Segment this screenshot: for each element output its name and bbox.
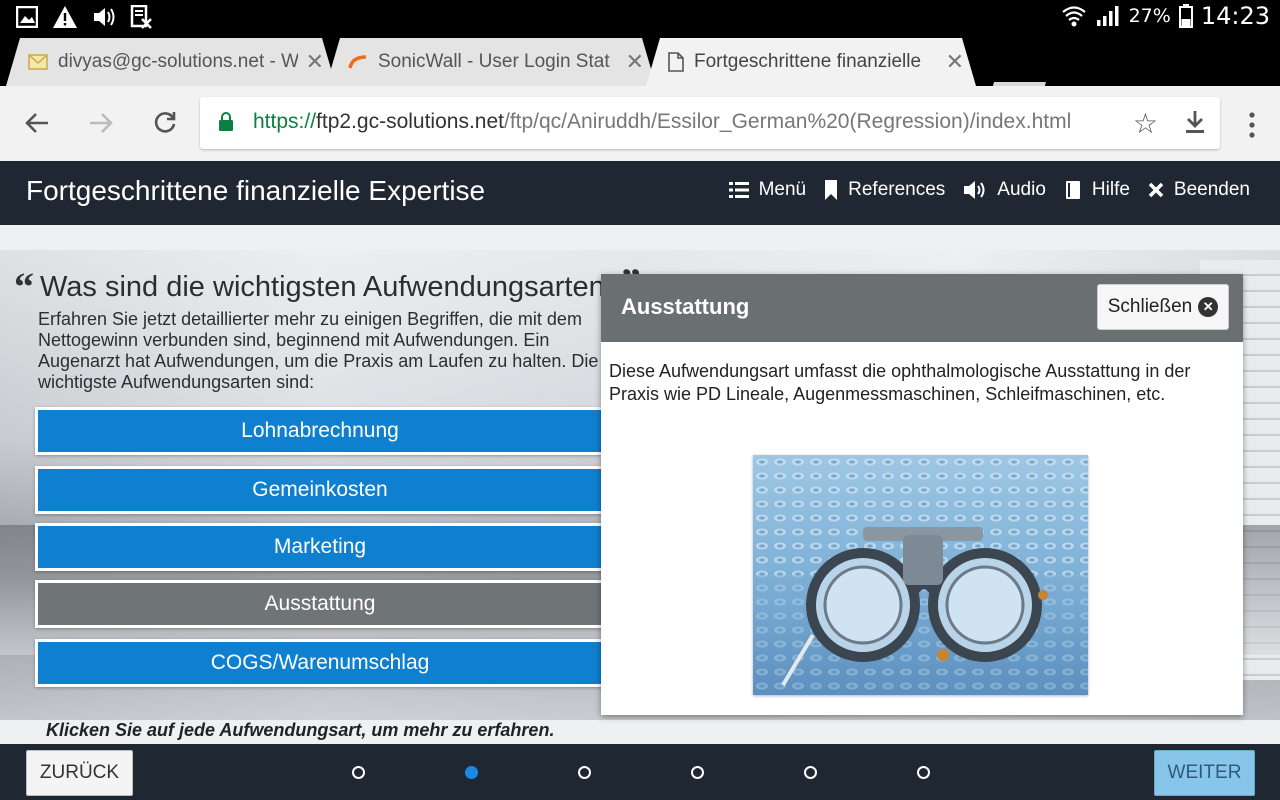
- menu-label: Menü: [758, 179, 807, 200]
- tab-sonicwall[interactable]: SonicWall - User Login Stat ✕: [326, 38, 656, 86]
- lock-icon: [219, 112, 233, 131]
- tab-title: SonicWall - User Login Stat: [378, 51, 610, 72]
- popup-close-button[interactable]: Schließen ✕: [1097, 284, 1229, 330]
- book-icon: [1065, 181, 1080, 199]
- popup-title: Ausstattung: [621, 294, 750, 319]
- page-dot-6[interactable]: [917, 766, 930, 779]
- popup-header: Ausstattung Schließen ✕: [601, 274, 1243, 342]
- audio-button[interactable]: Audio: [963, 179, 1046, 201]
- page-indicator: [350, 766, 930, 780]
- download-icon[interactable]: [1180, 107, 1210, 137]
- instruction-hint: Klicken Sie auf jede Aufwendungsart, um …: [46, 720, 555, 740]
- volume-icon: [94, 8, 115, 26]
- menu-button[interactable]: Menü: [728, 179, 807, 201]
- page-dot-5[interactable]: [804, 766, 817, 779]
- references-label: References: [848, 179, 946, 200]
- warning-icon: [53, 6, 77, 28]
- tab-title: divyas@gc-solutions.net - W: [58, 51, 298, 72]
- tab-title: Fortgeschrittene finanzielle: [694, 51, 922, 72]
- help-label: Hilfe: [1091, 179, 1130, 200]
- speaker-icon: [964, 181, 985, 199]
- close-icon: [1148, 182, 1164, 198]
- close-icon[interactable]: ✕: [306, 50, 324, 75]
- clock: 14:23: [1200, 2, 1270, 30]
- mail-icon: [28, 54, 48, 70]
- url-scheme: https://: [253, 110, 317, 133]
- bookmark-star-icon[interactable]: ☆: [1133, 107, 1158, 140]
- back-button[interactable]: ZURÜCK: [26, 750, 133, 796]
- question-text: Was sind die wichtigsten Aufwendungsarte…: [40, 271, 621, 303]
- course-footer: ZURÜCK WEITER: [0, 744, 1280, 800]
- audio-label: Audio: [997, 179, 1046, 200]
- next-button[interactable]: WEITER: [1154, 750, 1255, 796]
- question-heading: “Was sind die wichtigsten Aufwendungsart…: [14, 259, 641, 310]
- choice-equipment-button[interactable]: Ausstattung: [35, 580, 605, 628]
- gallery-notification-icon: [16, 6, 38, 28]
- open-quote-icon: “: [14, 264, 34, 309]
- bookmark-icon: [825, 180, 838, 200]
- choice-cogs-button[interactable]: COGS/Warenumschlag: [35, 639, 605, 687]
- choice-marketing-button[interactable]: Marketing: [35, 523, 605, 571]
- close-icon[interactable]: ✕: [946, 50, 964, 75]
- page-dot-3[interactable]: [578, 766, 591, 779]
- info-popup: Ausstattung Schließen ✕ Diese Aufwendung…: [601, 274, 1243, 715]
- list-icon: [728, 182, 749, 198]
- intro-text: Erfahren Sie jetzt detaillierter mehr zu…: [38, 309, 599, 392]
- sonicwall-icon: [348, 54, 368, 70]
- tab-strip: divyas@gc-solutions.net - W ✕ SonicWall …: [0, 34, 1280, 86]
- tab-course[interactable]: Fortgeschrittene finanzielle ✕: [646, 38, 976, 86]
- url-host: ftp2.gc-solutions.net: [316, 110, 504, 133]
- back-arrow-icon[interactable]: [20, 106, 54, 140]
- course-header: Fortgeschrittene finanzielle Expertise M…: [0, 161, 1280, 225]
- status-bar: 27% 14:23: [0, 0, 1280, 34]
- exit-button[interactable]: Beenden: [1148, 179, 1250, 201]
- popup-body-text: Diese Aufwendungsart umfasst die ophthal…: [609, 361, 1191, 404]
- close-icon[interactable]: ✕: [626, 50, 644, 75]
- signal-icon: [1096, 6, 1119, 26]
- help-button[interactable]: Hilfe: [1064, 179, 1130, 201]
- forward-arrow-icon[interactable]: [84, 106, 118, 140]
- page-dot-1[interactable]: [352, 766, 365, 779]
- slide-content: “Was sind die wichtigsten Aufwendungsart…: [0, 225, 1280, 744]
- choice-payroll-button[interactable]: Lohnabrechnung: [35, 407, 605, 455]
- document-x-icon: [130, 5, 152, 29]
- trial-frame-lens-kit-image: [753, 455, 1088, 695]
- battery-icon: [1178, 4, 1193, 28]
- overflow-menu-icon[interactable]: [1242, 110, 1262, 140]
- references-button[interactable]: References: [824, 179, 945, 201]
- page-dot-4[interactable]: [691, 766, 704, 779]
- url-path: /ftp/qc/Aniruddh/Essilor_German%20(Regre…: [503, 110, 1072, 133]
- battery-percent: 27%: [1128, 5, 1171, 27]
- choice-overhead-button[interactable]: Gemeinkosten: [35, 466, 605, 514]
- url-text: https://ftp2.gc-solutions.net/ftp/qc/Ani…: [253, 110, 1071, 134]
- reload-icon[interactable]: [148, 106, 182, 140]
- close-circle-icon: ✕: [1198, 297, 1219, 317]
- close-label: Schließen: [1107, 296, 1193, 317]
- course-nav: Menü References Audio Hilfe Beenden: [728, 179, 1250, 201]
- tab-mail[interactable]: divyas@gc-solutions.net - W ✕: [6, 38, 336, 86]
- page-dot-2[interactable]: [465, 766, 478, 779]
- exit-label: Beenden: [1173, 179, 1250, 200]
- page-icon: [668, 52, 684, 72]
- browser-toolbar: https://ftp2.gc-solutions.net/ftp/qc/Ani…: [0, 86, 1280, 161]
- wifi-icon: [1061, 6, 1086, 27]
- address-bar[interactable]: https://ftp2.gc-solutions.net/ftp/qc/Ani…: [200, 97, 1220, 149]
- course-title: Fortgeschrittene finanzielle Expertise: [26, 175, 486, 206]
